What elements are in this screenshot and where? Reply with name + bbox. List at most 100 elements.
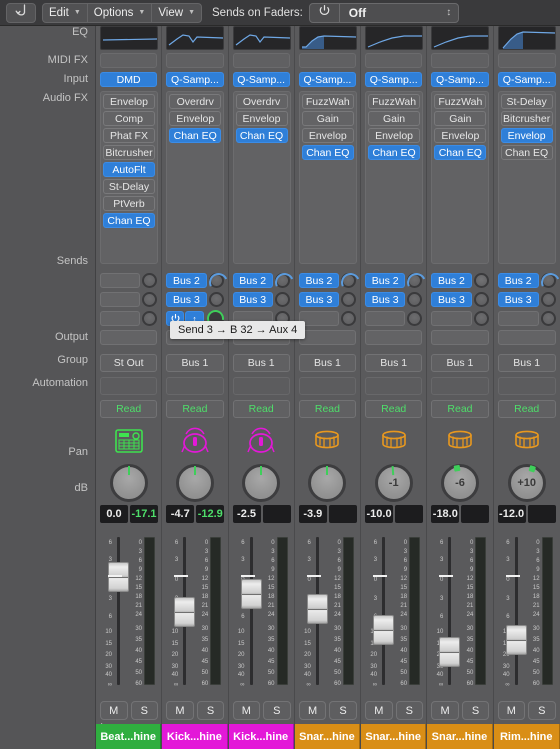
midi-fx-slot[interactable] bbox=[497, 53, 556, 68]
pan-knob[interactable] bbox=[308, 464, 347, 502]
group-slot[interactable] bbox=[166, 377, 224, 395]
stepper-up-down-icon[interactable]: ↕ bbox=[440, 7, 458, 18]
volume-fader-handle[interactable] bbox=[505, 625, 527, 655]
volume-fader-handle[interactable] bbox=[306, 594, 328, 624]
audio-fx-slot[interactable]: AutoFlt bbox=[103, 162, 155, 177]
input-slot[interactable]: Q-Samp... bbox=[431, 72, 489, 87]
output-slot[interactable]: Bus 1 bbox=[298, 354, 357, 372]
send-slot[interactable] bbox=[298, 330, 357, 345]
send-slot[interactable]: Bus 3 bbox=[298, 292, 340, 307]
fader-track[interactable] bbox=[240, 537, 262, 685]
eq-thumbnail[interactable] bbox=[100, 26, 158, 50]
audio-fx-slot[interactable]: Envelop bbox=[368, 128, 421, 143]
menu-options[interactable]: Options ▼ bbox=[88, 3, 153, 22]
peak-value[interactable]: -17.1 bbox=[130, 505, 158, 523]
audio-fx-slot[interactable]: Envelop bbox=[235, 111, 288, 126]
send-slot[interactable]: Bus 3 bbox=[365, 292, 406, 307]
send-level-knob[interactable] bbox=[540, 311, 556, 326]
send-level-knob[interactable] bbox=[473, 273, 489, 288]
send-level-knob[interactable] bbox=[407, 292, 423, 307]
solo-button[interactable]: S bbox=[196, 701, 225, 720]
pan-knob[interactable]: -1 bbox=[374, 464, 413, 502]
pan-knob[interactable]: +10 bbox=[507, 464, 546, 502]
send-slot[interactable]: Bus 3 bbox=[232, 292, 273, 307]
audio-fx-slot[interactable]: Envelop bbox=[500, 128, 553, 143]
audio-fx-slot[interactable]: PtVerb bbox=[103, 196, 155, 211]
output-slot[interactable]: Bus 1 bbox=[166, 354, 224, 372]
audio-fx-slot[interactable]: Envelop bbox=[169, 111, 222, 126]
track-name-button[interactable]: Rim...hine bbox=[493, 724, 560, 749]
automation-mode-slot[interactable]: Read bbox=[166, 400, 224, 418]
solo-button[interactable]: S bbox=[395, 701, 424, 720]
automation-mode-slot[interactable]: Read bbox=[497, 400, 556, 418]
midi-fx-slot[interactable] bbox=[298, 53, 357, 68]
kick-drum-icon[interactable] bbox=[229, 424, 294, 458]
send-level-knob[interactable] bbox=[142, 273, 158, 288]
audio-fx-slot[interactable]: Chan EQ bbox=[500, 145, 553, 160]
pan-knob[interactable] bbox=[242, 464, 281, 502]
track-name-button[interactable]: Kick...hine bbox=[228, 724, 294, 749]
audio-fx-slot[interactable]: FuzzWah bbox=[434, 94, 487, 109]
send-slot[interactable] bbox=[365, 330, 423, 345]
send-level-knob[interactable] bbox=[142, 311, 158, 326]
send-slot[interactable] bbox=[100, 330, 158, 345]
group-slot[interactable] bbox=[365, 377, 423, 395]
send-level-knob[interactable] bbox=[473, 311, 489, 326]
send-slot[interactable] bbox=[497, 311, 539, 326]
automation-mode-slot[interactable]: Read bbox=[431, 400, 489, 418]
send-slot[interactable]: Bus 3 bbox=[497, 292, 539, 307]
midi-fx-slot[interactable] bbox=[166, 53, 224, 68]
audio-fx-slot[interactable]: Comp bbox=[103, 111, 155, 126]
eq-thumbnail[interactable] bbox=[431, 26, 490, 50]
track-name-button[interactable]: Snar...hine bbox=[361, 724, 427, 749]
input-slot[interactable]: Q-Samp... bbox=[365, 72, 423, 87]
volume-value[interactable]: -3.9 bbox=[298, 505, 327, 523]
send-level-knob[interactable] bbox=[208, 273, 224, 288]
audio-fx-slot[interactable]: Chan EQ bbox=[169, 128, 222, 143]
eq-thumbnail[interactable] bbox=[166, 26, 225, 50]
volume-fader-handle[interactable] bbox=[373, 615, 395, 645]
menu-edit[interactable]: Edit ▼ bbox=[43, 3, 88, 22]
audio-fx-slot[interactable]: FuzzWah bbox=[368, 94, 421, 109]
peak-value[interactable] bbox=[461, 505, 490, 523]
audio-fx-slot[interactable]: Overdrv bbox=[169, 94, 222, 109]
audio-fx-slot[interactable]: Gain bbox=[434, 111, 487, 126]
send-slot[interactable] bbox=[100, 311, 141, 326]
volume-fader-handle[interactable] bbox=[439, 637, 461, 667]
fader-track[interactable] bbox=[505, 537, 527, 685]
volume-value[interactable]: -10.0 bbox=[365, 505, 394, 523]
sends-on-faders-value[interactable]: Off bbox=[340, 6, 440, 20]
send-slot[interactable]: Bus 3 bbox=[166, 292, 207, 307]
peak-value[interactable] bbox=[328, 505, 357, 523]
peak-value[interactable] bbox=[395, 505, 424, 523]
snare-drum-icon[interactable] bbox=[494, 424, 560, 458]
audio-fx-slot[interactable]: FuzzWah bbox=[301, 94, 354, 109]
group-slot[interactable] bbox=[298, 377, 357, 395]
send-slot[interactable]: Bus 2 bbox=[298, 273, 340, 288]
send-level-knob[interactable] bbox=[142, 292, 158, 307]
mute-button[interactable]: M bbox=[431, 701, 459, 720]
send-slot[interactable] bbox=[431, 330, 489, 345]
send-level-knob[interactable] bbox=[341, 311, 357, 326]
send-level-knob[interactable] bbox=[341, 273, 357, 288]
pan-knob[interactable] bbox=[175, 464, 214, 502]
output-slot[interactable]: Bus 1 bbox=[431, 354, 489, 372]
send-slot[interactable]: Bus 3 bbox=[431, 292, 472, 307]
volume-value[interactable]: -18.0 bbox=[431, 505, 460, 523]
fader-track[interactable] bbox=[306, 537, 328, 685]
send-slot[interactable] bbox=[365, 311, 406, 326]
volume-value[interactable]: -12.0 bbox=[497, 505, 526, 523]
fader-track[interactable] bbox=[439, 537, 461, 685]
sends-on-faders-power-button[interactable] bbox=[310, 3, 340, 22]
automation-mode-slot[interactable]: Read bbox=[298, 400, 357, 418]
volume-fader-handle[interactable] bbox=[240, 579, 262, 609]
peak-value[interactable]: -12.9 bbox=[196, 505, 225, 523]
fader-track[interactable] bbox=[373, 537, 395, 685]
volume-value[interactable]: -2.5 bbox=[232, 505, 261, 523]
eq-thumbnail[interactable] bbox=[298, 26, 357, 50]
send-slot[interactable]: Bus 2 bbox=[431, 273, 472, 288]
track-name-button[interactable]: Beat...hine bbox=[96, 724, 162, 749]
audio-fx-slot[interactable]: Chan EQ bbox=[301, 145, 354, 160]
audio-fx-slot[interactable]: Gain bbox=[301, 111, 354, 126]
automation-mode-slot[interactable]: Read bbox=[232, 400, 290, 418]
